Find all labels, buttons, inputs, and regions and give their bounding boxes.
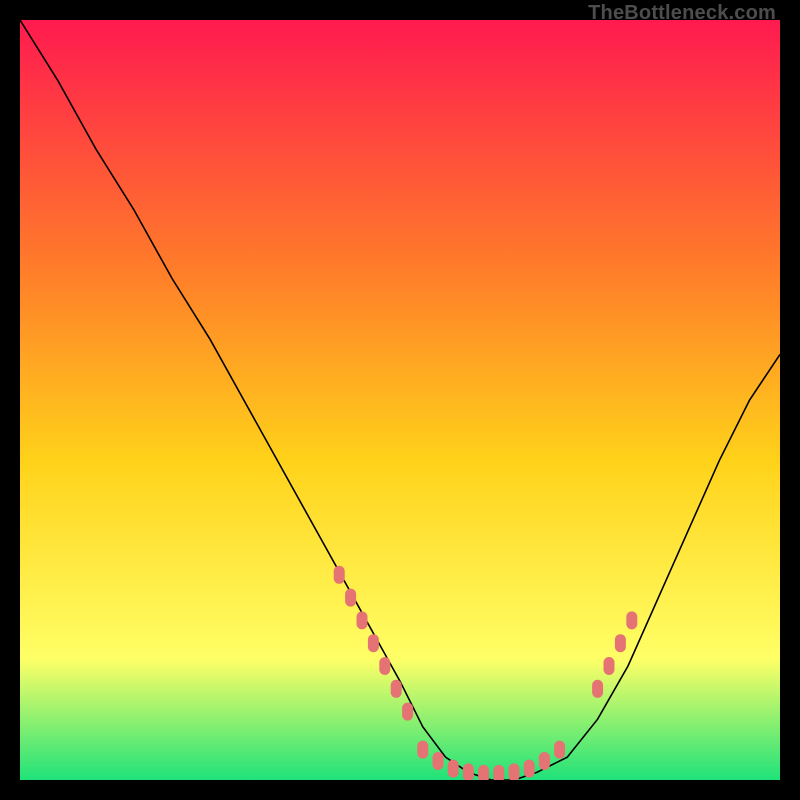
marker-dot [524,760,535,778]
marker-dot [592,680,603,698]
marker-dot [402,703,413,721]
chart-frame: TheBottleneck.com [0,0,800,800]
gradient-background [20,20,780,780]
marker-dot [334,566,345,584]
marker-dot [626,611,637,629]
marker-dot [615,634,626,652]
marker-dot [463,763,474,780]
watermark-text: TheBottleneck.com [588,2,776,25]
marker-dot [433,752,444,770]
marker-dot [539,752,550,770]
marker-dot [448,760,459,778]
plot-area [20,20,780,780]
marker-dot [379,657,390,675]
marker-dot [357,611,368,629]
marker-dot [554,741,565,759]
chart-svg [20,20,780,780]
marker-dot [509,763,520,780]
marker-dot [345,589,356,607]
marker-dot [604,657,615,675]
marker-dot [368,634,379,652]
marker-dot [417,741,428,759]
marker-dot [478,765,489,780]
marker-dot [493,765,504,780]
marker-dot [391,680,402,698]
